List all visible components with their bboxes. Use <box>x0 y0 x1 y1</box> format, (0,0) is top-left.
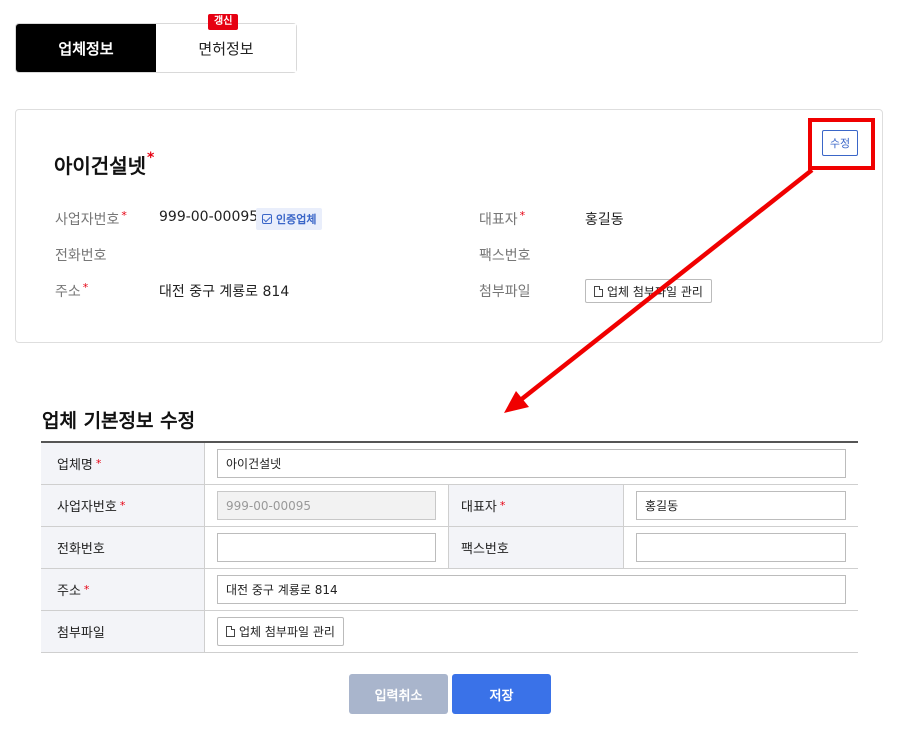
company-name-input[interactable] <box>217 449 846 478</box>
required-mark: * <box>82 281 89 294</box>
ceo-value: 홍길동 <box>585 212 624 228</box>
biz-no-label-text: 사업자번호 <box>55 212 120 228</box>
biz-no-label: 사업자번호 * <box>55 209 127 229</box>
address-label-text: 주소 <box>57 584 81 599</box>
address-value: 대전 중구 계룡로 814 <box>159 284 290 300</box>
phone-input[interactable] <box>217 533 436 562</box>
required-mark: * <box>119 499 126 512</box>
check-icon <box>262 214 272 224</box>
save-button[interactable]: 저장 <box>452 674 551 714</box>
form-row-name: 업체명 * <box>41 443 858 485</box>
biz-no-value: 999-00-00095 <box>159 209 259 225</box>
address-input[interactable] <box>217 575 846 604</box>
required-mark: * <box>499 499 506 512</box>
required-mark: * <box>147 150 155 166</box>
document-icon <box>594 285 603 297</box>
required-mark: * <box>519 209 526 222</box>
address-label-text: 주소 <box>55 284 81 300</box>
annotation-highlight-box <box>808 118 875 170</box>
form-row-biz-ceo: 사업자번호* 대표자* <box>41 485 858 527</box>
ceo-input[interactable] <box>636 491 846 520</box>
form-section-title: 업체 기본정보 수정 <box>42 410 196 432</box>
form-row-attach: 첨부파일 업체 첨부파일 관리 <box>41 611 858 653</box>
attach-field-label: 첨부파일 <box>41 611 205 652</box>
renewal-badge: 갱신 <box>208 14 239 30</box>
biz-no-label-text: 사업자번호 <box>57 500 117 515</box>
address-field-label: 주소 * <box>41 569 205 610</box>
verified-label: 인증업체 <box>276 213 317 226</box>
phone-field-label: 전화번호 <box>41 527 205 568</box>
company-edit-form: 업체명* 사업자번호* 대표자* 전화번호 팩스번호 주소* <box>41 441 858 653</box>
attach-manage-label: 업체 첨부파일 관리 <box>607 284 703 299</box>
company-name-title: 아이건설넷* <box>54 150 154 179</box>
form-attach-manage-label: 업체 첨부파일 관리 <box>239 625 335 639</box>
form-row-phone-fax: 전화번호 팩스번호 <box>41 527 858 569</box>
biz-no-field-label: 사업자번호 * <box>41 485 205 526</box>
fax-label: 팩스번호 <box>479 248 531 264</box>
required-mark: * <box>83 583 90 596</box>
tab-bar: 업체정보 면허정보 <box>15 23 297 73</box>
company-summary-card: 아이건설넷* 수정 사업자번호 * 999-00-00095 인증업체 대표자 * … <box>15 109 883 343</box>
name-field-label: 업체명 * <box>41 443 205 484</box>
biz-no-input <box>217 491 436 520</box>
biz-no-field-cell <box>205 485 449 526</box>
phone-field-cell <box>205 527 449 568</box>
form-attach-manage-button[interactable]: 업체 첨부파일 관리 <box>217 617 344 646</box>
tab-license-info[interactable]: 면허정보 <box>156 24 296 72</box>
address-label: 주소 * <box>55 281 88 301</box>
fax-field-label: 팩스번호 <box>449 527 624 568</box>
document-icon <box>226 626 235 637</box>
ceo-field-label: 대표자 * <box>449 485 624 526</box>
form-row-address: 주소 * <box>41 569 858 611</box>
fax-field-cell <box>624 527 858 568</box>
phone-label: 전화번호 <box>55 248 107 264</box>
attach-manage-button[interactable]: 업체 첨부파일 관리 <box>585 279 712 303</box>
company-name-text: 아이건설넷 <box>54 154 146 178</box>
ceo-label-text: 대표자 <box>461 500 497 515</box>
cancel-button[interactable]: 입력취소 <box>349 674 448 714</box>
ceo-field-cell <box>624 485 858 526</box>
ceo-label-text: 대표자 <box>479 212 518 228</box>
verified-badge: 인증업체 <box>256 208 323 230</box>
attach-field-cell: 업체 첨부파일 관리 <box>205 611 858 652</box>
fax-input[interactable] <box>636 533 846 562</box>
address-field-cell <box>205 569 858 610</box>
name-field-cell <box>205 443 858 484</box>
required-mark: * <box>121 209 127 222</box>
tab-company-info[interactable]: 업체정보 <box>16 24 156 72</box>
attach-label: 첨부파일 <box>479 284 531 300</box>
ceo-label: 대표자 * <box>479 209 525 229</box>
name-label-text: 업체명 <box>57 458 93 473</box>
required-mark: * <box>95 457 102 470</box>
